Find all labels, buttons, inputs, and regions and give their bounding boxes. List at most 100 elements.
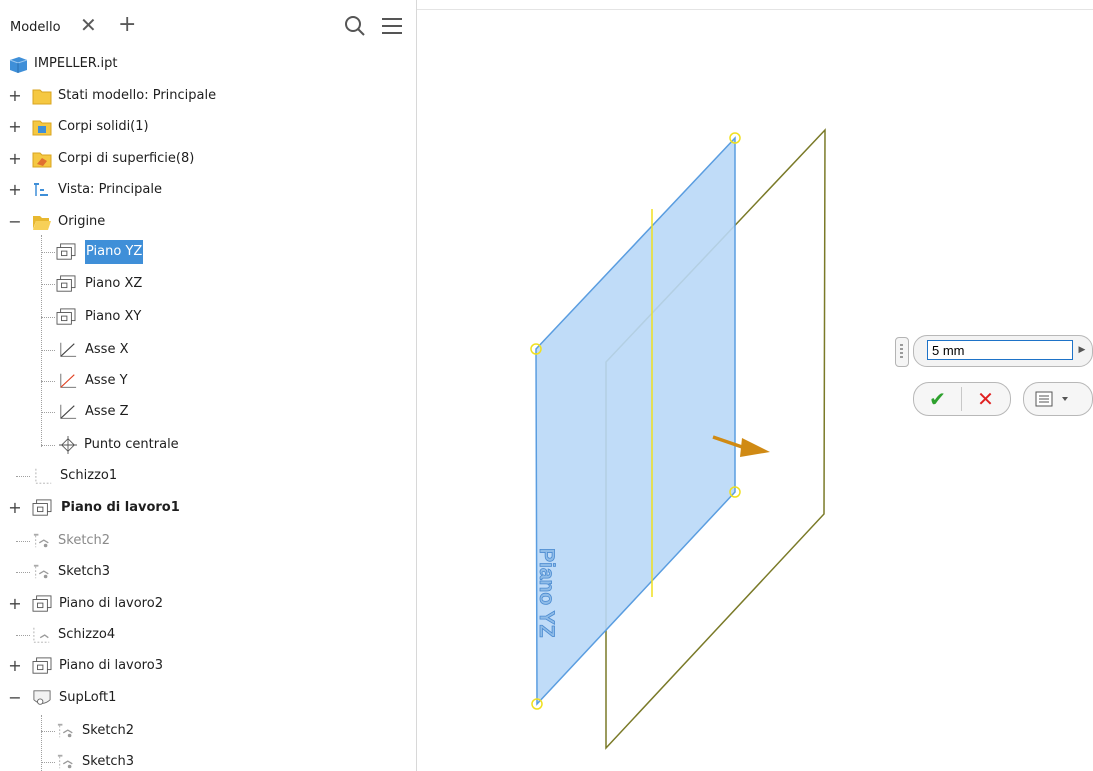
tree-item-label: Sketch3 xyxy=(82,754,135,769)
tree-item-piano-xy[interactable]: Piano XY xyxy=(0,305,416,329)
tree-item-label: Piano YZ xyxy=(85,240,144,264)
folder-icon xyxy=(32,89,52,105)
tree-item-asse-x[interactable]: Asse X xyxy=(0,338,416,362)
tab-modello[interactable]: Modello xyxy=(10,20,61,35)
tree-item-impeller[interactable]: IMPELLER.ipt xyxy=(0,52,416,76)
tree-item-label: Sketch3 xyxy=(58,564,111,579)
minitoolbar-grip-icon[interactable] xyxy=(895,337,909,367)
view-icon xyxy=(34,183,48,196)
expand-icon[interactable]: + xyxy=(8,84,22,108)
tree-connector xyxy=(41,350,55,351)
tree-connector xyxy=(16,476,30,477)
tree-item-origine[interactable]: − Origine xyxy=(0,210,416,234)
tree-item-label: Piano XZ xyxy=(85,276,143,291)
tree-item-piano-yz[interactable]: Piano YZ xyxy=(0,240,416,264)
tree-connector xyxy=(41,317,55,318)
axis-icon xyxy=(60,404,77,419)
tree-connector xyxy=(16,635,30,636)
tree-item-label: Schizzo1 xyxy=(60,468,118,483)
ok-button[interactable]: ✔ xyxy=(914,383,961,415)
cancel-button[interactable]: ✕ xyxy=(962,383,1009,415)
open-folder-icon xyxy=(33,216,51,230)
tree-connector xyxy=(16,541,30,542)
tree-connector xyxy=(16,572,30,573)
center-point-icon xyxy=(59,436,77,454)
plane-icon xyxy=(56,308,76,325)
tree-item-suploft-sketch2[interactable]: Sketch2 xyxy=(0,719,416,743)
tree-item-label: Asse Z xyxy=(85,404,129,419)
tree-item-piano-lavoro1[interactable]: + Piano di lavoro1 xyxy=(0,496,416,520)
tree-connector xyxy=(41,252,55,253)
plane-icon xyxy=(56,243,76,260)
sketch-icon xyxy=(33,533,49,548)
tree-item-vista[interactable]: + Vista: Principale xyxy=(0,178,416,202)
chevron-right-icon[interactable]: ▶ xyxy=(1077,340,1087,360)
tree-connector xyxy=(41,412,55,413)
tree-item-label: Vista: Principale xyxy=(58,182,162,197)
model-browser: Modello ✕ + IMPELLER.ipt + Stati modello… xyxy=(0,0,417,771)
options-menu-icon xyxy=(1035,391,1068,407)
tree-item-label: Piano di lavoro1 xyxy=(61,500,180,515)
work-plane-icon xyxy=(32,657,52,674)
solid-bodies-icon xyxy=(32,120,52,136)
tree-connector xyxy=(41,445,55,446)
expand-icon[interactable]: + xyxy=(8,178,22,202)
tree-item-piano-lavoro2[interactable]: + Piano di lavoro2 xyxy=(0,592,416,616)
tree-item-label: Schizzo4 xyxy=(58,627,116,642)
tree-connector xyxy=(41,284,55,285)
work-plane-icon xyxy=(32,499,52,516)
tree-item-sketch2[interactable]: Sketch2 xyxy=(0,529,416,553)
expand-icon[interactable]: + xyxy=(8,496,22,520)
sketch-icon xyxy=(57,723,73,738)
tree-connector xyxy=(41,731,55,732)
tree-item-piano-xz[interactable]: Piano XZ xyxy=(0,272,416,296)
collapse-icon[interactable]: − xyxy=(8,686,22,710)
tree-item-label: Piano di lavoro3 xyxy=(59,658,163,673)
tree-item-label: Corpi di superficie(8) xyxy=(58,151,195,166)
ok-cancel-group: ✔ ✕ xyxy=(913,382,1011,416)
tree-item-asse-z[interactable]: Asse Z xyxy=(0,400,416,424)
tree-item-corpi-superficie[interactable]: + Corpi di superficie(8) xyxy=(0,147,416,171)
tree-item-label: Corpi solidi(1) xyxy=(58,119,149,134)
axis-icon xyxy=(60,342,77,357)
sketch-icon xyxy=(35,468,52,484)
tree-item-sketch3[interactable]: Sketch3 xyxy=(0,560,416,584)
tree-item-piano-lavoro3[interactable]: + Piano di lavoro3 xyxy=(0,654,416,678)
tree-item-corpi-solidi[interactable]: + Corpi solidi(1) xyxy=(0,115,416,139)
tree-item-asse-y[interactable]: Asse Y xyxy=(0,369,416,393)
tree-item-label: Sketch2 xyxy=(82,723,135,738)
tree-item-punto-centrale[interactable]: Punto centrale xyxy=(0,433,416,457)
expand-icon[interactable]: + xyxy=(8,654,22,678)
tree-item-label: Piano XY xyxy=(85,309,142,324)
tree-item-schizzo4[interactable]: Schizzo4 xyxy=(0,623,416,647)
surface-bodies-icon xyxy=(32,152,52,168)
expand-icon[interactable]: + xyxy=(8,115,22,139)
tree-item-label: Origine xyxy=(58,214,106,229)
tree-connector xyxy=(41,381,55,382)
sketch-icon xyxy=(57,754,73,769)
close-tab-icon[interactable]: ✕ xyxy=(80,13,97,37)
add-tab-icon[interactable]: + xyxy=(118,12,136,37)
viewport-top-edge xyxy=(417,9,1093,10)
distance-input[interactable] xyxy=(927,340,1073,360)
tree-item-label: Piano di lavoro2 xyxy=(59,596,163,611)
expand-icon[interactable]: + xyxy=(8,592,22,616)
menu-icon[interactable] xyxy=(381,17,403,35)
search-icon[interactable] xyxy=(344,15,366,37)
sketch-icon xyxy=(33,564,49,579)
tree-item-label: Punto centrale xyxy=(84,437,179,452)
tree-item-label: SupLoft1 xyxy=(59,690,117,705)
tree-item-label: IMPELLER.ipt xyxy=(34,56,118,71)
sketch-icon xyxy=(33,627,50,643)
options-menu-button[interactable] xyxy=(1023,382,1093,416)
tree-item-stati-modello[interactable]: + Stati modello: Principale xyxy=(0,84,416,108)
tree-item-schizzo1[interactable]: Schizzo1 xyxy=(0,464,416,488)
tree-connector xyxy=(41,762,55,763)
tree-item-label: Stati modello: Principale xyxy=(58,88,217,103)
work-plane-icon xyxy=(32,595,52,612)
browser-header: Modello ✕ + xyxy=(0,0,416,44)
tree-item-suploft1[interactable]: − SupLoft1 xyxy=(0,686,416,710)
expand-icon[interactable]: + xyxy=(8,147,22,171)
tree-item-suploft-sketch3[interactable]: Sketch3 xyxy=(0,750,416,771)
collapse-icon[interactable]: − xyxy=(8,210,22,234)
